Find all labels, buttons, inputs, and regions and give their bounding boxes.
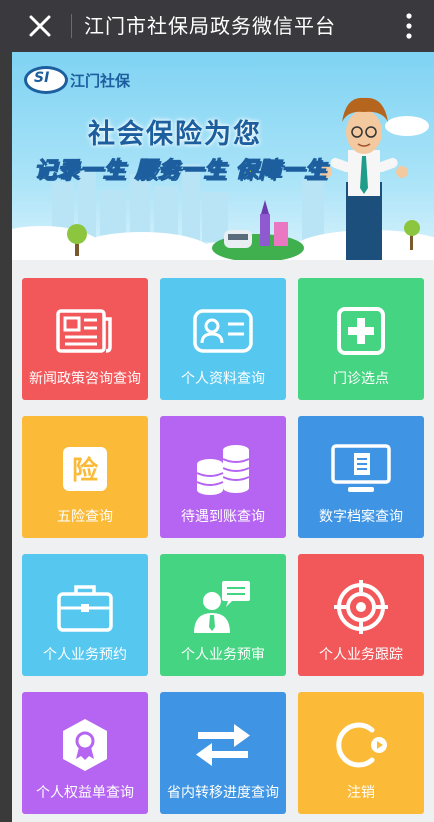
tile-label: 个人业务预审 [181, 647, 265, 663]
service-grid: 新闻政策咨询查询 个人资料查询 门诊选点 险 五险查询 待遇到账查询 数字档案查… [12, 260, 434, 822]
briefcase-icon [22, 576, 148, 638]
target-icon [298, 576, 424, 638]
monitor-document-icon [298, 438, 424, 500]
more-vertical-icon[interactable] [404, 12, 414, 40]
tile-label: 数字档案查询 [319, 509, 403, 525]
badge-icon [22, 714, 148, 776]
divider [71, 14, 72, 38]
background-strip [0, 52, 12, 822]
tile-rights-statement[interactable]: 个人权益单查询 [22, 692, 148, 814]
tile-transfer-progress[interactable]: 省内转移进度查询 [160, 692, 286, 814]
tile-label: 门诊选点 [333, 371, 389, 387]
tile-logout[interactable]: 注销 [298, 692, 424, 814]
id-card-icon [160, 300, 286, 362]
transfer-arrows-icon [160, 714, 286, 776]
brand-name: 江门社保 [70, 72, 131, 90]
tile-label: 注销 [347, 785, 375, 801]
tile-personal-info[interactable]: 个人资料查询 [160, 278, 286, 400]
tile-benefit-arrival[interactable]: 待遇到账查询 [160, 416, 286, 538]
tile-label: 个人权益单查询 [36, 785, 134, 801]
tile-label: 个人业务预约 [43, 647, 127, 663]
banner: SI 江门社保 社会保险为您 记录一生 服务一生 保障一生 [12, 52, 434, 260]
tile-clinic-selection[interactable]: 门诊选点 [298, 278, 424, 400]
consultant-icon [160, 576, 286, 638]
banner-headline: 社会保险为您 [88, 119, 262, 150]
tile-tracking[interactable]: 个人业务跟踪 [298, 554, 424, 676]
tile-appointment[interactable]: 个人业务预约 [22, 554, 148, 676]
tile-label: 个人资料查询 [181, 371, 265, 387]
logo-text: SI [34, 70, 50, 86]
tile-label: 新闻政策咨询查询 [29, 371, 141, 387]
tile-pre-review[interactable]: 个人业务预审 [160, 554, 286, 676]
svg-text:险: 险 [72, 455, 99, 486]
logo: SI 江门社保 [24, 66, 130, 94]
tile-label: 个人业务跟踪 [319, 647, 403, 663]
tile-label: 五险查询 [57, 509, 113, 525]
newspaper-icon [22, 300, 148, 362]
banner-slogan: 记录一生 服务一生 保障一生 [33, 158, 328, 184]
tile-label: 待遇到账查询 [181, 509, 265, 525]
close-icon[interactable] [24, 10, 56, 42]
page-title: 江门市社保局政务微信平台 [84, 14, 336, 38]
tile-digital-archive[interactable]: 数字档案查询 [298, 416, 424, 538]
tile-news-policy[interactable]: 新闻政策咨询查询 [22, 278, 148, 400]
si-logo-icon: SI [24, 66, 68, 94]
coins-icon [160, 438, 286, 500]
logout-icon [298, 714, 424, 776]
top-bar: 江门市社保局政务微信平台 [0, 0, 434, 52]
tile-five-insurance[interactable]: 险 五险查询 [22, 416, 148, 538]
medical-plus-icon [298, 300, 424, 362]
app-content: SI 江门社保 社会保险为您 记录一生 服务一生 保障一生 新闻政策咨询查询 个… [12, 52, 434, 822]
tile-label: 省内转移进度查询 [167, 785, 279, 801]
insurance-icon: 险 [22, 438, 148, 500]
